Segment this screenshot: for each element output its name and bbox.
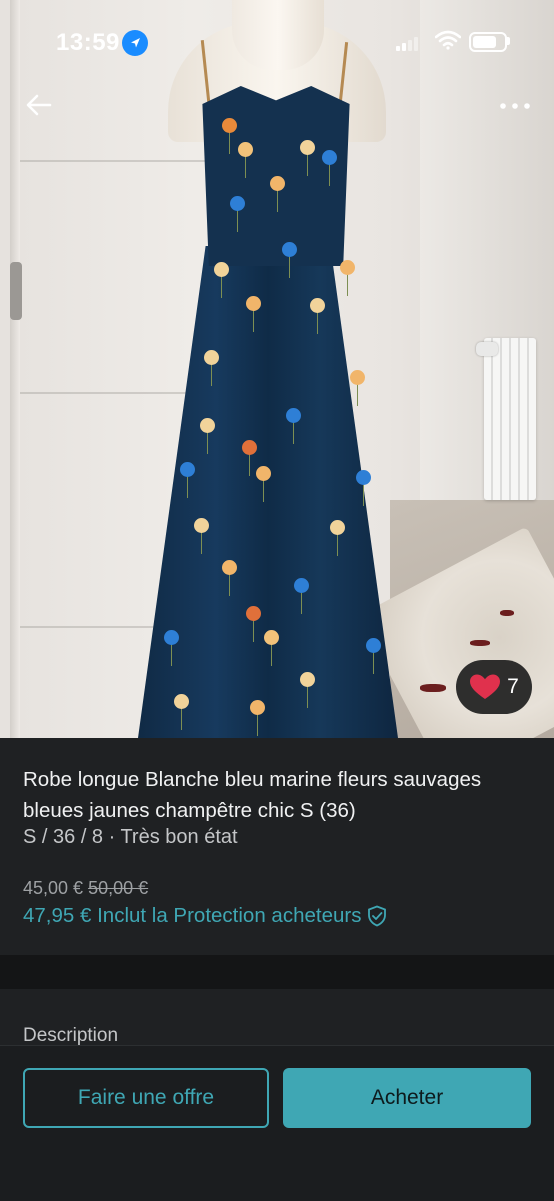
flower-motif bbox=[340, 260, 355, 275]
flower-motif bbox=[242, 440, 257, 455]
flower-motif bbox=[366, 638, 381, 653]
battery-level bbox=[473, 36, 496, 48]
door-edge bbox=[10, 0, 20, 738]
flower-motif bbox=[230, 196, 245, 211]
item-title: Robe longue Blanche bleu marine fleurs s… bbox=[23, 768, 482, 822]
flower-motif bbox=[222, 560, 237, 575]
flower-motif bbox=[204, 350, 219, 365]
wall-line bbox=[20, 160, 210, 162]
status-time: 13:59 bbox=[56, 29, 120, 56]
flower-motif bbox=[264, 630, 279, 645]
buy-button[interactable]: Acheter bbox=[283, 1068, 531, 1128]
flower-motif bbox=[300, 140, 315, 155]
flower-motif bbox=[282, 242, 297, 257]
rug-pattern bbox=[470, 640, 490, 646]
battery-icon bbox=[469, 32, 507, 52]
shield-check-icon bbox=[368, 905, 387, 927]
flower-motif bbox=[164, 630, 179, 645]
product-photo[interactable] bbox=[0, 0, 554, 738]
flower-motif bbox=[300, 672, 315, 687]
description-label: Description bbox=[23, 1025, 119, 1046]
item-meta: S / 36 / 8 · Très bon état bbox=[23, 826, 238, 848]
radiator-valve bbox=[476, 342, 498, 356]
total-price-label: 47,95 € Inclut la Protection acheteurs bbox=[23, 904, 362, 927]
heart-icon bbox=[470, 674, 501, 699]
flower-motif bbox=[310, 298, 325, 313]
flower-motif bbox=[250, 700, 265, 715]
flower-motif bbox=[200, 418, 215, 433]
battery-tip bbox=[507, 37, 510, 45]
flower-motif bbox=[356, 470, 371, 485]
rug-pattern bbox=[500, 610, 514, 616]
buyer-protection-price[interactable]: 47,95 € Inclut la Protection acheteurs bbox=[23, 904, 387, 928]
section-divider bbox=[0, 955, 554, 989]
more-options-button[interactable] bbox=[496, 92, 536, 120]
door-handle bbox=[10, 262, 22, 320]
location-arrow-icon bbox=[122, 30, 148, 56]
flower-motif bbox=[322, 150, 337, 165]
flower-motif bbox=[330, 520, 345, 535]
back-button[interactable] bbox=[22, 88, 56, 122]
flower-motif bbox=[238, 142, 253, 157]
status-bar: 13:59 bbox=[0, 0, 554, 84]
original-price: 50,00 € bbox=[88, 878, 149, 898]
arrow-left-icon bbox=[26, 94, 52, 116]
favorite-count: 7 bbox=[507, 675, 519, 698]
flower-motif bbox=[194, 518, 209, 533]
dress-skirt bbox=[138, 246, 398, 738]
flower-motif bbox=[350, 370, 365, 385]
radiator bbox=[484, 338, 536, 500]
rug-pattern bbox=[420, 684, 446, 692]
make-offer-button[interactable]: Faire une offre bbox=[23, 1068, 269, 1128]
price-value: 45,00 € bbox=[23, 878, 84, 898]
wifi-icon bbox=[434, 30, 462, 55]
flower-motif bbox=[180, 462, 195, 477]
item-price: 45,00 € 50,00 € bbox=[23, 878, 148, 899]
more-dots-icon bbox=[500, 103, 530, 109]
favorite-button[interactable]: 7 bbox=[456, 660, 532, 714]
flower-motif bbox=[270, 176, 285, 191]
cellular-signal-icon bbox=[396, 33, 420, 51]
wall-line bbox=[20, 392, 190, 394]
flower-motif bbox=[174, 694, 189, 709]
flower-motif bbox=[222, 118, 237, 133]
wall-line bbox=[20, 626, 170, 628]
flower-motif bbox=[246, 296, 261, 311]
flower-motif bbox=[246, 606, 261, 621]
flower-motif bbox=[286, 408, 301, 423]
flower-motif bbox=[256, 466, 271, 481]
flower-motif bbox=[294, 578, 309, 593]
flower-motif bbox=[214, 262, 229, 277]
